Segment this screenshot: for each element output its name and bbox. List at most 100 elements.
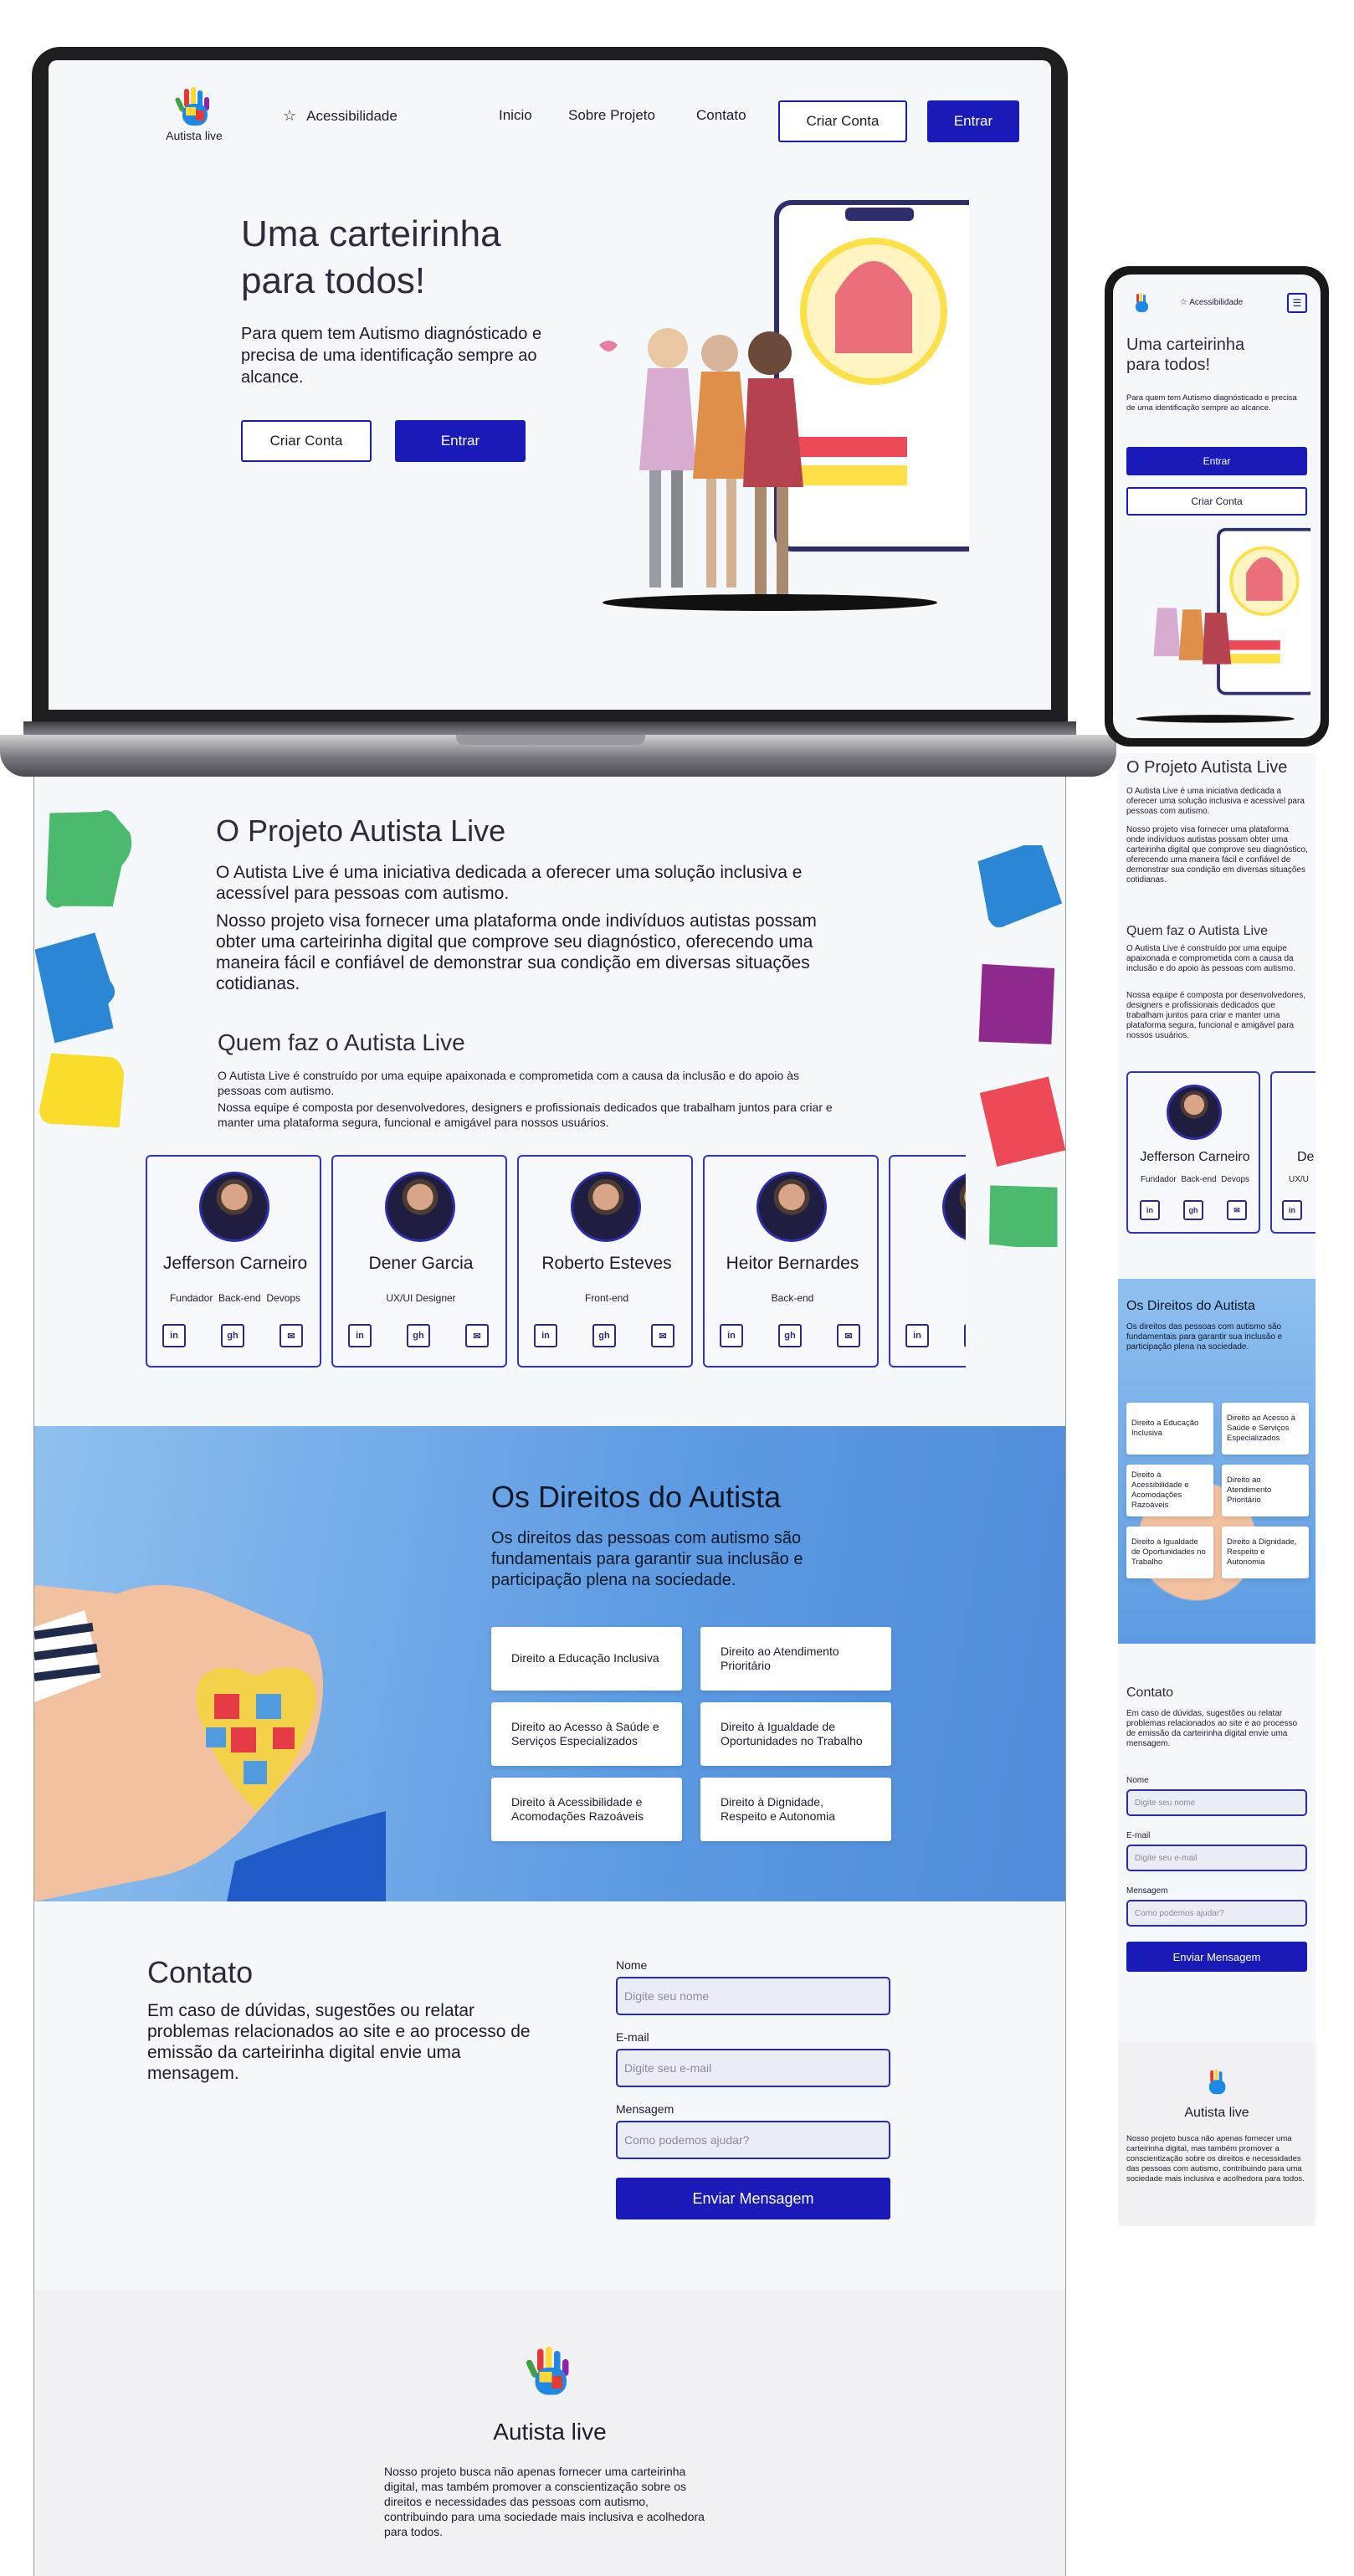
mobile-send-message-button[interactable]: Enviar Mensagem	[1126, 1942, 1307, 1972]
accessibility-link[interactable]: ☆ Acessibilidade	[283, 107, 397, 125]
linkedin-icon[interactable]: in	[348, 1324, 372, 1347]
team-title: Quem faz o Autista Live	[218, 1029, 465, 1055]
github-icon[interactable]: gh	[964, 1324, 966, 1347]
star-icon: ☆	[283, 107, 297, 124]
github-icon[interactable]: gh	[407, 1324, 430, 1347]
linkedin-icon[interactable]: in	[162, 1324, 186, 1347]
email-label: E-mail	[616, 2030, 649, 2044]
header-login-button[interactable]: Entrar	[927, 100, 1019, 142]
message-input[interactable]: Como podemos ajudar?	[616, 2121, 890, 2159]
mobile-rights-section: Os Direitos do Autista Os direitos das p…	[1118, 1279, 1316, 1644]
linkedin-icon[interactable]: in	[720, 1324, 743, 1347]
mobile-footer: Autista live Nosso projeto busca não ape…	[1118, 2042, 1316, 2226]
team-paragraph-2: Nossa equipe é composta por desenvolvedo…	[218, 1101, 833, 1129]
hero-login-button[interactable]: Entrar	[395, 420, 526, 462]
contact-title: Contato	[147, 1955, 254, 1989]
mobile-project-paragraph-2: Nosso projeto visa fornecer uma platafor…	[1126, 825, 1308, 885]
team-member-card: Jefferson Carneiro Fundador Back-end Devo…	[146, 1155, 321, 1368]
mobile-right-card-3: Direito à Acessibilidade e Acomodações R…	[1126, 1465, 1213, 1516]
mobile-footer-hand-logo-icon	[1208, 2069, 1226, 2095]
member-avatar	[199, 1172, 269, 1242]
mobile-project-paragraph-1: O Autista Live é uma iniciativa dedicada…	[1126, 787, 1305, 816]
mobile-rights-description: Os direitos das pessoas com autismo são …	[1126, 1322, 1283, 1352]
github-icon[interactable]: gh	[778, 1324, 802, 1347]
mobile-email-label: E-mail	[1126, 1831, 1151, 1840]
message-label: Mensagem	[616, 2102, 674, 2116]
send-message-button[interactable]: Enviar Mensagem	[616, 2178, 890, 2219]
footer: Autista live Nosso projeto busca não ape…	[34, 2290, 1065, 2576]
hero-create-account-button[interactable]: Criar Conta	[241, 420, 372, 462]
rights-description: Os direitos das pessoas com autismo são …	[491, 1529, 803, 1589]
mobile-member-name: Jefferson Carneiro	[1140, 1150, 1250, 1164]
mobile-email-input[interactable]: Digite seu e-mail	[1126, 1845, 1307, 1871]
mobile-team-paragraph-1: O Autista Live é construído por uma equi…	[1126, 944, 1295, 973]
mobile-hero-title: Uma carteirinha para todos!	[1126, 335, 1244, 375]
contact-description: Em caso de dúvidas, sugestões ou relatar…	[147, 2001, 531, 2083]
hero-illustration	[599, 200, 969, 611]
hands-heart-image	[34, 1585, 386, 1901]
hero-description: Para quem tem Autismo diagnósticado e pr…	[241, 325, 542, 387]
mobile-message-input[interactable]: Como podemos ajudar?	[1126, 1900, 1307, 1927]
mobile-member-avatar	[1167, 1085, 1222, 1140]
mobile-team-card-2: De UX/U in	[1270, 1071, 1316, 1234]
team-member-card: Dener Garcia UX/UI Designer in gh ✉	[331, 1155, 507, 1368]
mobile-footer-description: Nosso projeto busca não apenas fornecer …	[1126, 2134, 1305, 2183]
email-icon[interactable]: ✉	[837, 1324, 860, 1347]
email-icon[interactable]: ✉	[651, 1324, 674, 1347]
member-name: Dener Garcia	[368, 1254, 474, 1273]
member-name: Roberto Esteves	[541, 1254, 672, 1273]
team-member-card: HeFingh✉	[889, 1155, 966, 1368]
mobile-linkedin-icon-2[interactable]: in	[1282, 1200, 1302, 1220]
mobile-hero-description: Para quem tem Autismo diagnósticado e pr…	[1126, 393, 1297, 413]
mobile-right-card-4: Direito ao Atendimento Prioritário	[1222, 1465, 1309, 1516]
email-icon[interactable]: ✉	[280, 1324, 303, 1347]
linkedin-icon[interactable]: in	[905, 1324, 929, 1347]
mobile-email-icon[interactable]: ✉	[1227, 1200, 1247, 1220]
linkedin-icon[interactable]: in	[534, 1324, 557, 1347]
mobile-hero-illustration	[1136, 527, 1310, 723]
mobile-rights-title: Os Direitos do Autista	[1126, 1299, 1255, 1313]
nav-link-sobre-projeto[interactable]: Sobre Projeto	[568, 107, 655, 124]
mobile-hand-logo-icon[interactable]	[1125, 290, 1158, 316]
mobile-name-label: Nome	[1126, 1776, 1149, 1785]
mobile-login-button[interactable]: Entrar	[1126, 447, 1307, 475]
member-roles: Back-end	[771, 1292, 814, 1304]
mobile-github-icon[interactable]: gh	[1183, 1200, 1203, 1220]
hamburger-menu-icon[interactable]: ☰	[1287, 293, 1307, 313]
member-roles: Front-end	[584, 1292, 629, 1304]
brand-logo[interactable]: Autista live	[161, 85, 228, 144]
right-card-3: Direito ao Acesso à Saúde e Serviços Esp…	[491, 1702, 682, 1766]
github-icon[interactable]: gh	[592, 1324, 616, 1347]
footer-description: Nosso projeto busca não apenas fornecer …	[384, 2465, 705, 2538]
header-create-account-button[interactable]: Criar Conta	[778, 100, 907, 142]
laptop-notch	[456, 735, 645, 745]
team-member-card: Heitor Bernardes Back-end in gh ✉	[703, 1155, 879, 1368]
mobile-member-roles-2: UX/U	[1289, 1175, 1309, 1184]
footer-brand-name: Autista live	[493, 2419, 607, 2445]
name-input[interactable]: Digite seu nome	[616, 1977, 890, 2015]
rights-title: Os Direitos do Autista	[491, 1480, 782, 1514]
mobile-name-input[interactable]: Digite seu nome	[1126, 1789, 1307, 1816]
email-input[interactable]: Digite seu e-mail	[616, 2049, 890, 2087]
name-label: Nome	[616, 1958, 648, 1972]
mobile-hero-title-line1: Uma carteirinha	[1126, 336, 1245, 354]
team-member-card: Roberto Esteves Front-end in gh ✉	[517, 1155, 693, 1368]
laptop-screen: Autista live ☆ Acessibilidade Inicio Sob…	[49, 60, 1051, 710]
member-avatar	[571, 1172, 641, 1242]
footer-hand-logo-icon	[526, 2347, 569, 2395]
right-card-2: Direito ao Atendimento Prioritário	[700, 1627, 891, 1691]
mobile-accessibility-link[interactable]: ☆ Acessibilidade	[1180, 298, 1243, 307]
team-carousel[interactable]: Jefferson Carneiro Fundador Back-end Devo…	[146, 1155, 966, 1373]
nav-link-inicio[interactable]: Inicio	[499, 107, 532, 124]
mobile-team-card-1: Jefferson Carneiro Fundador Back-end Dev…	[1126, 1071, 1260, 1234]
github-icon[interactable]: gh	[221, 1324, 244, 1347]
project-paragraph-2: Nosso projeto visa fornecer uma platafor…	[216, 911, 817, 993]
email-icon[interactable]: ✉	[465, 1324, 489, 1347]
hero-title-line1: Uma carteirinha	[241, 213, 501, 254]
mobile-create-account-button[interactable]: Criar Conta	[1126, 487, 1307, 516]
mobile-linkedin-icon[interactable]: in	[1140, 1200, 1160, 1220]
right-card-4: Direito à Igualdade de Oportunidades no …	[700, 1702, 891, 1766]
nav-link-contato[interactable]: Contato	[696, 107, 746, 124]
mobile-team-paragraph-2: Nossa equipe é composta por desenvolvedo…	[1126, 991, 1306, 1040]
team-paragraph-1: O Autista Live é construído por uma equi…	[218, 1069, 799, 1097]
